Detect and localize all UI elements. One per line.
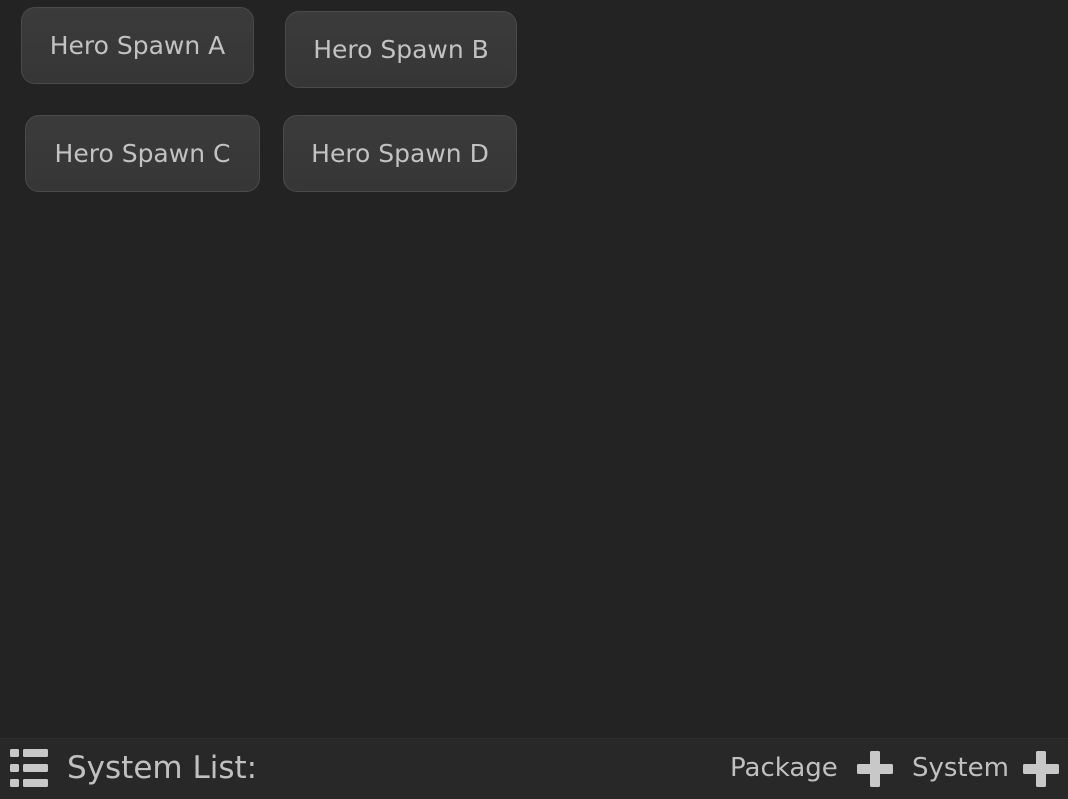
hero-spawn-d-button[interactable]: Hero Spawn D: [283, 115, 517, 192]
hero-spawn-a-button[interactable]: Hero Spawn A: [21, 7, 254, 84]
system-label: System: [912, 753, 1009, 783]
system-list-label: System List:: [67, 750, 258, 786]
add-system-plus-icon[interactable]: [1021, 749, 1061, 789]
spawn-canvas: Hero Spawn A Hero Spawn B Hero Spawn C H…: [0, 0, 1068, 738]
add-package-plus-icon[interactable]: [855, 749, 895, 789]
system-list-footer: System List: Package System: [0, 738, 1068, 799]
hero-spawn-b-button[interactable]: Hero Spawn B: [285, 11, 517, 88]
list-icon[interactable]: [9, 747, 49, 789]
package-label: Package: [730, 753, 838, 783]
hero-spawn-c-button[interactable]: Hero Spawn C: [25, 115, 260, 192]
